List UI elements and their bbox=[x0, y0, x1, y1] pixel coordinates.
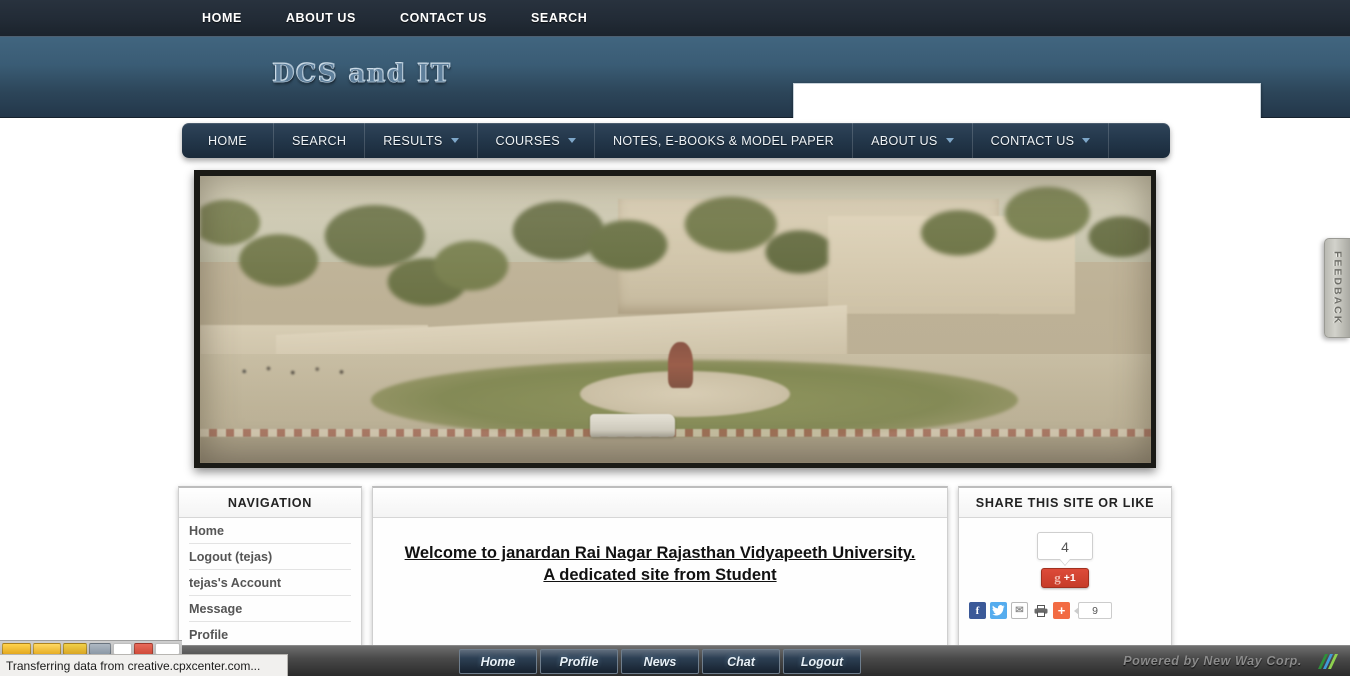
nav-item-results-label: RESULTS bbox=[383, 134, 442, 148]
feedback-tab-label: FEEDBACK bbox=[1332, 251, 1344, 325]
twitter-icon[interactable] bbox=[990, 602, 1007, 619]
page-root: HOME ABOUT US CONTACT US SEARCH DCS and … bbox=[0, 0, 1350, 676]
nav-item-notes-ebooks-label: NOTES, E-BOOKS & MODEL PAPER bbox=[613, 134, 834, 148]
twitter-bird-glyph bbox=[992, 605, 1005, 616]
nav-item-search[interactable]: SEARCH bbox=[274, 123, 365, 158]
nav-item-about-us-label: ABOUT US bbox=[871, 134, 938, 148]
google-plus-one-button[interactable]: g +1 bbox=[1041, 568, 1089, 588]
gplus-label: +1 bbox=[1064, 572, 1076, 584]
share-panel-title: SHARE THIS SITE OR LIKE bbox=[959, 488, 1171, 518]
site-header: DCS and IT bbox=[0, 37, 1350, 118]
sidebar-item-message[interactable]: Message bbox=[189, 596, 351, 622]
addthis-icon[interactable]: + bbox=[1053, 602, 1070, 619]
printer-glyph bbox=[1034, 605, 1048, 617]
google-g-icon: g bbox=[1054, 570, 1061, 586]
topbar-item-home[interactable]: HOME bbox=[180, 0, 264, 37]
sidebar-item-account[interactable]: tejas's Account bbox=[189, 570, 351, 596]
chevron-down-icon bbox=[451, 138, 459, 143]
sidebar-item-logout[interactable]: Logout (tejas) bbox=[189, 544, 351, 570]
nav-spacer bbox=[1109, 123, 1170, 158]
footer-button-home[interactable]: Home bbox=[459, 649, 537, 674]
topbar-item-about-us[interactable]: ABOUT US bbox=[264, 0, 378, 37]
main-navigation: HOME SEARCH RESULTS COURSES NOTES, E-BOO… bbox=[182, 123, 1170, 158]
header-inner: DCS and IT bbox=[88, 37, 1263, 118]
welcome-line-1: Welcome to janardan Rai Nagar Rajasthan … bbox=[405, 544, 916, 562]
main-navigation-wrapper: HOME SEARCH RESULTS COURSES NOTES, E-BOO… bbox=[0, 118, 1350, 165]
nav-item-home-label: HOME bbox=[208, 134, 247, 148]
nav-item-courses[interactable]: COURSES bbox=[478, 123, 595, 158]
email-icon[interactable]: ✉ bbox=[1011, 602, 1028, 619]
footer-button-chat[interactable]: Chat bbox=[702, 649, 780, 674]
footer-button-profile[interactable]: Profile bbox=[540, 649, 618, 674]
campus-photo bbox=[200, 176, 1151, 463]
navigation-panel-title: NAVIGATION bbox=[179, 488, 361, 518]
nav-item-notes-ebooks[interactable]: NOTES, E-BOOKS & MODEL PAPER bbox=[595, 123, 853, 158]
nav-item-courses-label: COURSES bbox=[496, 134, 560, 148]
new-way-corp-logo-icon bbox=[1316, 652, 1338, 671]
nav-item-contact-us-label: CONTACT US bbox=[991, 134, 1075, 148]
share-icon-row: f ✉ + 9 bbox=[969, 602, 1112, 619]
footer-button-group: Home Profile News Chat Logout bbox=[459, 649, 861, 674]
topbar-item-search[interactable]: SEARCH bbox=[509, 0, 609, 37]
nav-item-home[interactable]: HOME bbox=[182, 123, 274, 158]
nav-item-contact-us[interactable]: CONTACT US bbox=[973, 123, 1110, 158]
chevron-down-icon bbox=[568, 138, 576, 143]
feedback-tab[interactable]: FEEDBACK bbox=[1324, 238, 1350, 338]
top-utility-bar: HOME ABOUT US CONTACT US SEARCH bbox=[0, 0, 1350, 37]
top-utility-bar-items: HOME ABOUT US CONTACT US SEARCH bbox=[180, 0, 1350, 37]
nav-item-about-us[interactable]: ABOUT US bbox=[853, 123, 973, 158]
welcome-line-2: A dedicated site from Student bbox=[543, 566, 776, 584]
share-count-badge[interactable]: 9 bbox=[1078, 602, 1112, 619]
nav-item-results[interactable]: RESULTS bbox=[365, 123, 477, 158]
chevron-down-icon bbox=[946, 138, 954, 143]
hero-banner bbox=[194, 170, 1156, 468]
status-bar-text: Transferring data from creative.cpxcente… bbox=[6, 659, 260, 673]
chevron-down-icon bbox=[1082, 138, 1090, 143]
photo-vignette bbox=[200, 176, 1151, 463]
topbar-item-contact-us[interactable]: CONTACT US bbox=[378, 0, 509, 37]
print-icon[interactable] bbox=[1032, 602, 1049, 619]
footer-button-news[interactable]: News bbox=[621, 649, 699, 674]
nav-item-search-label: SEARCH bbox=[292, 134, 346, 148]
facebook-icon[interactable]: f bbox=[969, 602, 986, 619]
navigation-list: Home Logout (tejas) tejas's Account Mess… bbox=[179, 518, 361, 648]
sidebar-item-home[interactable]: Home bbox=[189, 518, 351, 544]
footer-button-logout[interactable]: Logout bbox=[783, 649, 861, 674]
site-logo[interactable]: DCS and IT bbox=[273, 59, 452, 88]
browser-status-bar: Transferring data from creative.cpxcente… bbox=[0, 654, 288, 676]
main-content-panel-header bbox=[373, 488, 947, 518]
welcome-message: Welcome to janardan Rai Nagar Rajasthan … bbox=[373, 518, 947, 587]
gplus-count-bubble: 4 bbox=[1037, 532, 1093, 560]
powered-by-text: Powered by New Way Corp. bbox=[1123, 646, 1302, 676]
